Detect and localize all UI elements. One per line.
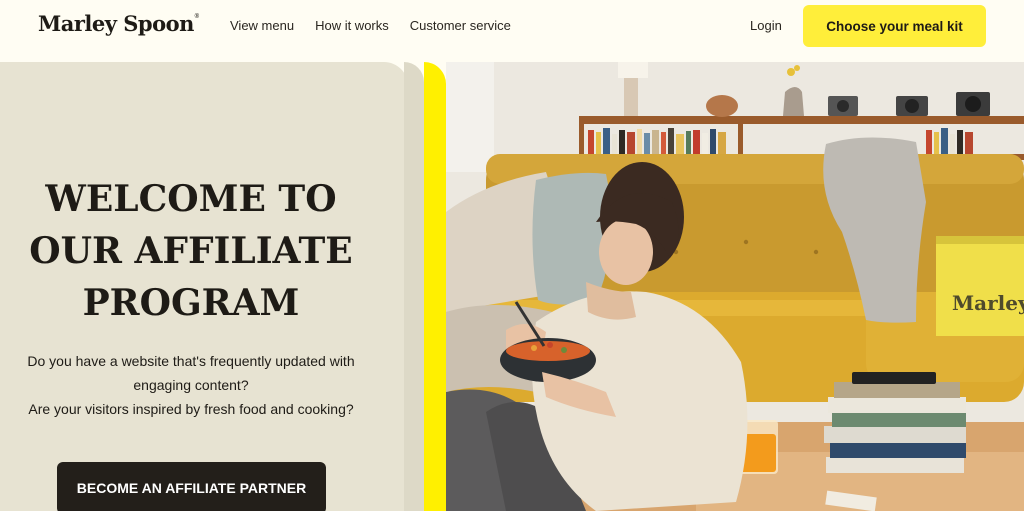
yellow-accent-strip [424, 62, 446, 511]
nav-view-menu[interactable]: View menu [230, 18, 294, 33]
book-stack [824, 372, 966, 473]
panel-edge-divider [404, 62, 424, 511]
hero-illustration: Marley [446, 62, 1024, 511]
registered-mark-icon: ® [193, 13, 200, 20]
logo[interactable]: Marley Spoon® [38, 11, 200, 36]
nav-how-it-works[interactable]: How it works [315, 18, 389, 33]
become-affiliate-button[interactable]: BECOME AN AFFILIATE PARTNER [57, 462, 326, 511]
intro-line-2: engaging content? [133, 377, 249, 393]
intro-line-3: Are your visitors inspired by fresh food… [28, 401, 354, 417]
intro-text: Do you have a website that's frequently … [0, 349, 382, 421]
choose-meal-kit-button[interactable]: Choose your meal kit [803, 5, 986, 47]
nav-customer-service[interactable]: Customer service [410, 18, 511, 33]
box-label: Marley [952, 291, 1024, 315]
headline-line-1: WELCOME TO [45, 178, 337, 220]
meal-kit-box: Marley [936, 236, 1024, 336]
headline-line-2: OUR AFFILIATE [29, 230, 353, 273]
affiliate-intro-panel: WELCOME TO OUR AFFILIATE PROGRAM Do you … [0, 62, 408, 511]
login-link[interactable]: Login [750, 18, 782, 33]
intro-line-1: Do you have a website that's frequently … [27, 353, 355, 369]
hero-image: Marley [446, 62, 1024, 511]
site-header: Marley Spoon® View menu How it works Cus… [0, 0, 1024, 58]
headline-line-3: PROGRAM [82, 282, 300, 325]
logo-text: Marley Spoon [38, 11, 194, 36]
page-title: WELCOME TO OUR AFFILIATE PROGRAM [0, 173, 382, 330]
main-nav: View menu How it works Customer service [230, 18, 511, 33]
